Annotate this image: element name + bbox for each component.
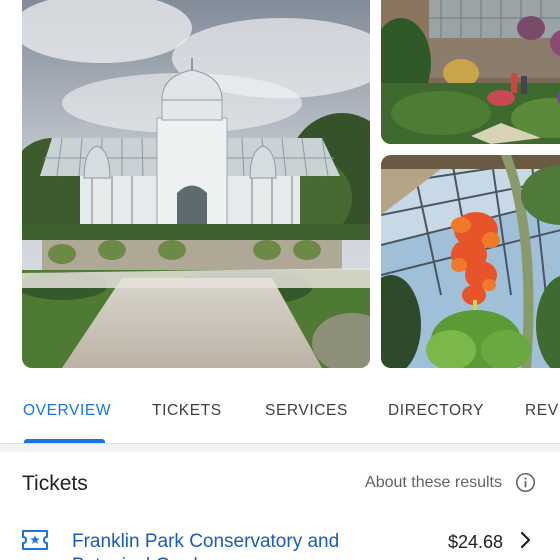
photo-gallery bbox=[0, 0, 560, 372]
sculpture-image bbox=[381, 155, 560, 368]
gallery-photo-sculpture[interactable] bbox=[381, 155, 560, 368]
active-tab-indicator bbox=[24, 439, 105, 443]
gallery-photo-garden[interactable] bbox=[381, 0, 560, 144]
ticket-price: $24.68 bbox=[447, 532, 503, 552]
gallery-photo-conservatory[interactable] bbox=[22, 0, 370, 368]
tab-reviews[interactable]: REVI bbox=[525, 402, 560, 422]
ticket-row[interactable]: Franklin Park Conservatory and Botanical… bbox=[0, 518, 560, 560]
page: OVERVIEW TICKETS SERVICES DIRECTORY REVI… bbox=[0, 0, 560, 560]
tab-services[interactable]: SERVICES bbox=[265, 402, 348, 422]
tab-overview[interactable]: OVERVIEW bbox=[23, 402, 111, 422]
chevron-right-icon[interactable] bbox=[518, 531, 532, 549]
section-divider bbox=[0, 444, 560, 452]
info-icon[interactable] bbox=[515, 472, 536, 493]
ticket-provider-name[interactable]: Franklin Park Conservatory and Botanical… bbox=[72, 530, 372, 560]
tab-bar: OVERVIEW TICKETS SERVICES DIRECTORY REVI bbox=[0, 378, 560, 444]
tab-directory[interactable]: DIRECTORY bbox=[388, 402, 484, 422]
conservatory-image bbox=[22, 0, 370, 368]
section-title: Tickets bbox=[22, 472, 88, 495]
about-results-link[interactable]: About these results bbox=[365, 474, 502, 492]
ticket-icon bbox=[22, 530, 48, 550]
garden-image bbox=[381, 0, 560, 144]
tab-tickets[interactable]: TICKETS bbox=[152, 402, 222, 422]
